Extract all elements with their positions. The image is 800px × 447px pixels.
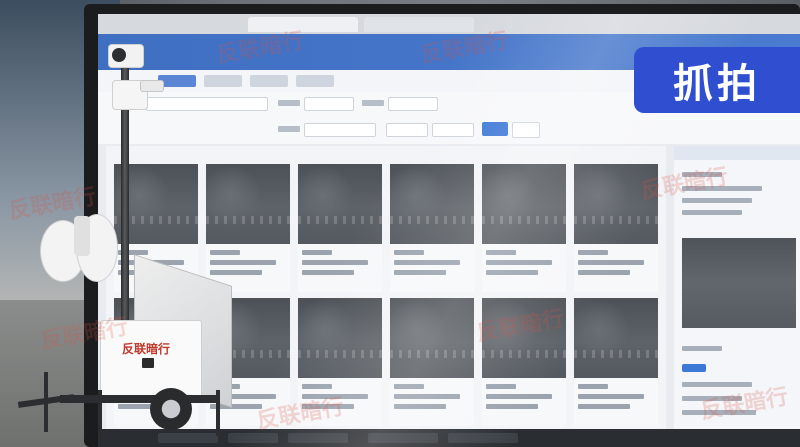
- menu-item: [250, 75, 288, 87]
- query-button: [482, 122, 508, 136]
- cabinet-logo: 反联暗行: [122, 342, 171, 356]
- menu-item: [204, 75, 242, 87]
- capture-tile: [298, 298, 382, 426]
- filter-select: [304, 123, 376, 137]
- camera-lens: [112, 48, 126, 62]
- detail-line: [682, 186, 762, 191]
- detail-panel-header: [674, 146, 800, 160]
- detail-line: [682, 210, 742, 215]
- cabinet-plate: [142, 358, 154, 368]
- taskbar-item: [288, 433, 348, 443]
- browser-tab-bar: [98, 14, 800, 35]
- capture-tile: [574, 298, 658, 426]
- filter-label: [278, 100, 300, 106]
- filter-label: [278, 126, 300, 132]
- detail-line: [682, 346, 722, 351]
- capture-tile: [390, 164, 474, 292]
- capture-tile: [482, 298, 566, 426]
- filter-input: [146, 97, 268, 111]
- detail-tag: [682, 364, 706, 372]
- taskbar-item: [368, 433, 438, 443]
- reset-button: [512, 122, 540, 138]
- capture-badge: 抓拍: [634, 47, 800, 113]
- capture-tile: [574, 164, 658, 292]
- capture-tile: [298, 164, 382, 292]
- capture-tile: [390, 298, 474, 426]
- filter-label: [362, 100, 384, 106]
- taskbar-item: [158, 433, 218, 443]
- support-leg: [98, 390, 102, 436]
- filter-date: [432, 123, 474, 137]
- detail-image: [682, 238, 796, 328]
- view-toggle: [116, 152, 236, 162]
- trailer-jack: [44, 372, 48, 432]
- taskbar-item: [228, 433, 278, 443]
- os-taskbar: [98, 429, 800, 447]
- detail-line: [682, 198, 752, 203]
- support-leg: [216, 390, 220, 436]
- trailer-wheel: [150, 388, 192, 430]
- capture-tile: [206, 164, 290, 292]
- menu-item: [296, 75, 334, 87]
- detail-line: [682, 396, 742, 401]
- capture-tile: [482, 164, 566, 292]
- taskbar-item: [448, 433, 518, 443]
- badge-label: 抓拍: [673, 61, 761, 107]
- browser-tab: [364, 17, 474, 32]
- wind-turbine-hub: [74, 216, 90, 256]
- detail-panel: [674, 146, 800, 446]
- filter-select: [388, 97, 438, 111]
- ptz-camera-lens: [140, 80, 164, 92]
- detail-line: [682, 382, 752, 387]
- filter-select: [304, 97, 354, 111]
- browser-tab: [248, 17, 358, 32]
- detail-line: [682, 410, 756, 415]
- photo-scene: 反联暗行 反联暗行 反联暗行 反联暗行 反联暗行 反联暗行 反联暗行 反联暗行 …: [0, 0, 800, 447]
- detail-line: [682, 172, 722, 177]
- filter-date: [386, 123, 428, 137]
- trailer-chassis: [60, 395, 220, 403]
